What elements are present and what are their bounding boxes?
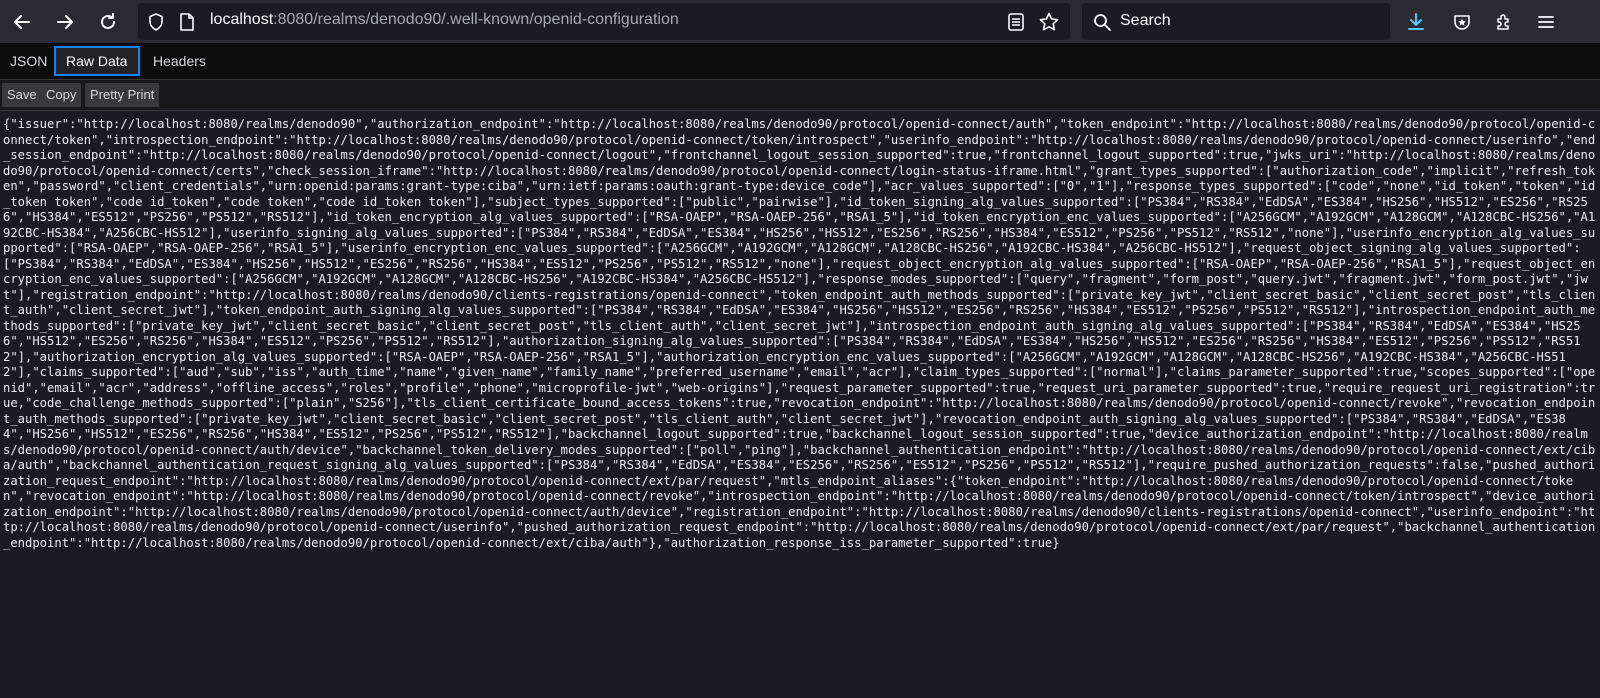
search-placeholder: Search [1120,12,1171,29]
pretty-print-button[interactable]: Pretty Print [85,83,160,107]
shield-icon[interactable] [146,12,166,32]
reader-view-icon[interactable] [1006,12,1026,32]
forward-button[interactable] [49,6,81,38]
save-button[interactable]: Save [2,83,42,107]
tab-json[interactable]: JSON [0,46,48,76]
url-text[interactable]: localhost:8080/realms/denodo90/.well-kno… [210,11,679,29]
search-icon [1094,14,1111,31]
search-bar[interactable]: Search [1082,3,1390,40]
reload-icon [101,13,115,29]
reload-button[interactable] [92,6,124,38]
raw-json-text[interactable]: {"issuer":"http://localhost:8080/realms/… [3,117,1597,689]
downloads-button[interactable] [1400,6,1432,38]
pocket-button[interactable] [1446,6,1478,38]
pocket-star-icon [1454,15,1470,30]
address-bar[interactable]: localhost:8080/realms/denodo90/.well-kno… [138,3,1070,40]
menu-button[interactable] [1530,6,1562,38]
extensions-button[interactable] [1488,6,1520,38]
arrow-right-icon [57,15,73,29]
bookmark-star-icon[interactable] [1038,11,1060,33]
copy-button[interactable]: Copy [41,83,82,107]
arrow-left-icon [14,15,30,29]
json-viewer-tabs: JSON Raw Data Headers [0,43,1600,80]
puzzle-icon [1497,14,1509,30]
tab-headers[interactable]: Headers [143,46,219,76]
hamburger-menu-icon [1538,16,1554,28]
back-button[interactable] [6,6,38,38]
url-host: localhost [210,11,274,28]
tab-raw-data[interactable]: Raw Data [54,46,140,76]
url-path: :8080/realms/denodo90/.well-known/openid… [273,11,679,28]
raw-data-toolbar: Save Copy Pretty Print [0,80,1600,111]
download-icon [1408,13,1424,30]
page-icon[interactable] [178,12,196,32]
browser-toolbar: localhost:8080/realms/denodo90/.well-kno… [0,0,1600,43]
